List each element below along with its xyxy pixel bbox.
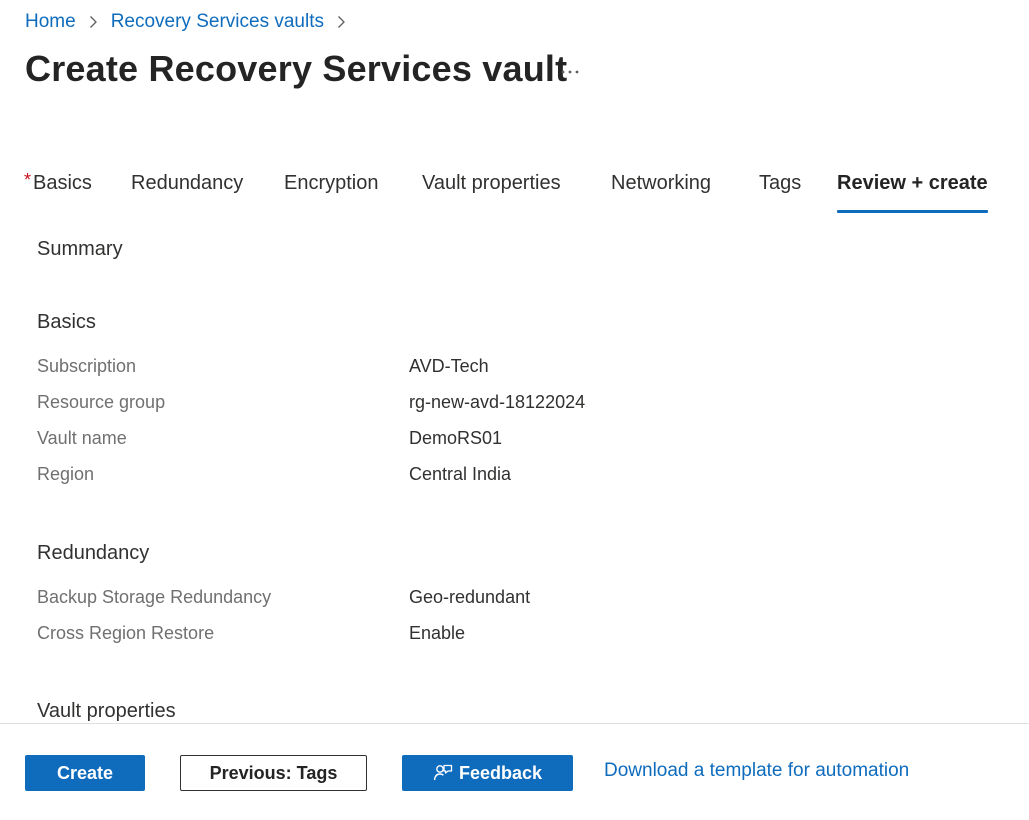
row-label: Resource group (37, 392, 166, 412)
tab-tags[interactable]: Tags (759, 172, 801, 216)
row-label: Backup Storage Redundancy (37, 587, 272, 607)
previous-tags-button[interactable]: Previous: Tags (180, 755, 367, 791)
required-marker: * (24, 170, 32, 190)
tab-label: Tags (759, 172, 802, 194)
tab-review-create[interactable]: Review + create (837, 172, 988, 216)
tab-redundancy[interactable]: Redundancy (131, 172, 243, 216)
row-value: rg-new-avd-18122024 (409, 392, 586, 412)
summary-heading: Summary (37, 238, 123, 260)
tab-label: Redundancy (131, 172, 244, 194)
row-label: Region (37, 464, 95, 484)
tab-label: Basics (33, 172, 92, 194)
chevron-right-icon (334, 15, 348, 29)
summary-row: Vault name DemoRS01 (37, 428, 937, 454)
tab-encryption[interactable]: Encryption (284, 172, 379, 216)
row-value: DemoRS01 (409, 428, 503, 448)
row-label: Vault name (37, 428, 127, 448)
download-template-link[interactable]: Download a template for automation (604, 760, 909, 782)
summary-row: Backup Storage Redundancy Geo-redundant (37, 587, 937, 613)
more-horizontal-icon (561, 70, 579, 74)
chevron-right-icon (86, 15, 100, 29)
summary-row: Cross Region Restore Enable (37, 623, 937, 649)
breadcrumb-home-link[interactable]: Home (25, 11, 76, 33)
row-label: Cross Region Restore (37, 623, 215, 643)
tab-label: Encryption (284, 172, 379, 194)
row-value: Enable (409, 623, 466, 643)
person-feedback-icon (433, 763, 453, 783)
page-title: Create Recovery Services vault (25, 48, 568, 89)
breadcrumb: Home Recovery Services vaults (25, 9, 359, 35)
feedback-button[interactable]: Feedback (402, 755, 573, 791)
tab-label: Networking (611, 172, 712, 194)
summary-row: Subscription AVD-Tech (37, 356, 937, 382)
tab-basics[interactable]: * Basics (24, 170, 92, 216)
vault-properties-heading: Vault properties (37, 700, 176, 722)
summary-row: Region Central India (37, 464, 937, 490)
tab-vault-properties[interactable]: Vault properties (422, 172, 561, 216)
basics-heading: Basics (37, 311, 96, 333)
create-button[interactable]: Create (25, 755, 145, 791)
row-label: Subscription (37, 356, 137, 376)
row-value: Central India (409, 464, 512, 484)
summary-row: Resource group rg-new-avd-18122024 (37, 392, 937, 418)
footer-divider (0, 723, 1029, 724)
tab-networking[interactable]: Networking (611, 172, 711, 216)
breadcrumb-vaults-link[interactable]: Recovery Services vaults (111, 11, 324, 33)
row-value: Geo-redundant (409, 587, 531, 607)
tab-label: Vault properties (422, 172, 561, 194)
more-options-button[interactable] (556, 58, 584, 86)
row-value: AVD-Tech (409, 356, 489, 376)
redundancy-heading: Redundancy (37, 542, 150, 564)
summary-panel: Summary Basics Subscription AVD-Tech Res… (37, 234, 987, 722)
tab-label: Review + create (837, 172, 988, 194)
wizard-tabs: * Basics Redundancy Encryption Vault prop… (24, 170, 1004, 216)
feedback-label: Feedback (458, 762, 543, 783)
